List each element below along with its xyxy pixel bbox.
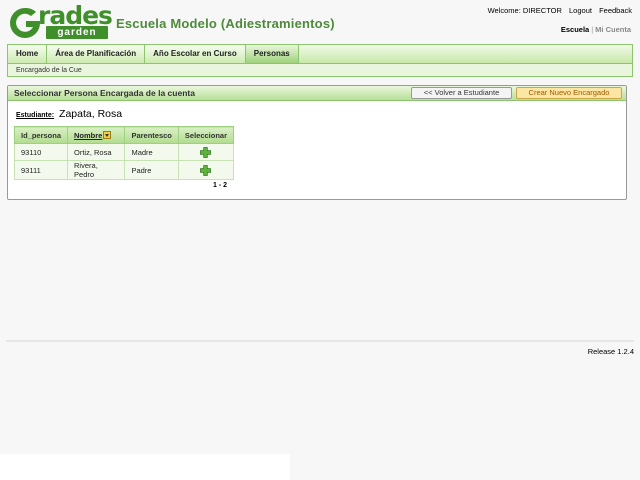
table-header-row: Id_persona Nombre Parentesco Seleccionar (13, 126, 235, 144)
panel-header: Seleccionar Persona Encargada de la cuen… (8, 86, 626, 101)
cell-id: 93111 (13, 160, 69, 180)
release-version: Release 1.2.4 (587, 347, 634, 356)
pager: 1 - 2 (213, 182, 228, 189)
student-name: Zapata, Rosa (59, 108, 123, 120)
school-link[interactable]: Escuela (561, 25, 589, 34)
select-guardian-panel: Seleccionar Persona Encargada de la cuen… (7, 85, 627, 200)
main-tabs: Home Área de Planificación Año Escolar e… (7, 44, 633, 63)
cell-name: Ortiz, Rosa (67, 143, 126, 161)
logout-link[interactable]: Logout (569, 6, 592, 15)
cell-id: 93110 (13, 143, 69, 161)
create-guardian-button[interactable]: Crear Nuevo Encargado (516, 87, 622, 99)
user-links: Welcome: DIRECTOR Logout Feedback (483, 6, 632, 15)
tab-personas[interactable]: Personas (245, 45, 299, 63)
grades-garden-logo: rades garden (8, 3, 113, 40)
table-row: 93110 Ortiz, Rosa Madre (13, 143, 235, 161)
account-link[interactable]: Mi Cuenta (595, 25, 631, 34)
tab-home[interactable]: Home (8, 45, 48, 63)
guardian-table: Id_persona Nombre Parentesco Seleccionar… (13, 126, 235, 180)
logo-subtext: garden (46, 26, 108, 39)
school-links: Escuela | Mi Cuenta (561, 25, 631, 34)
cell-relation: Madre (124, 143, 179, 161)
cell-select (177, 143, 235, 161)
subnav: Encargado de la Cue (7, 63, 633, 77)
sort-arrow-icon[interactable] (103, 130, 112, 139)
add-plus-icon[interactable] (200, 146, 212, 158)
col-id: Id_persona (13, 126, 69, 144)
logo-g-icon (10, 7, 40, 39)
student-info: Estudiante: Zapata, Rosa (16, 108, 122, 120)
back-to-student-button[interactable]: << Volver a Estudiante (411, 87, 512, 99)
feedback-link[interactable]: Feedback (599, 6, 632, 15)
subnav-item-encargado[interactable]: Encargado de la Cue (16, 67, 82, 74)
cell-select (177, 160, 235, 180)
sort-nombre-link[interactable]: Nombre (74, 131, 102, 140)
student-label: Estudiante: (16, 112, 55, 119)
welcome-text: Welcome: DIRECTOR (487, 6, 562, 15)
col-seleccionar: Seleccionar (177, 126, 235, 144)
cell-relation: Padre (124, 160, 179, 180)
school-name: Escuela Modelo (Adiestramientos) (116, 16, 335, 31)
blank-area (0, 454, 290, 480)
table-row: 93111 Rivera, Pedro Padre (13, 160, 235, 180)
col-nombre[interactable]: Nombre (67, 126, 126, 144)
link-separator: | (591, 25, 594, 34)
panel-title: Seleccionar Persona Encargada de la cuen… (14, 88, 195, 98)
tab-ano-escolar[interactable]: Año Escolar en Curso (145, 45, 246, 63)
col-parentesco: Parentesco (124, 126, 179, 144)
tab-planificacion[interactable]: Área de Planificación (47, 45, 146, 63)
footer-divider (6, 340, 634, 342)
cell-name: Rivera, Pedro (67, 160, 126, 180)
add-plus-icon[interactable] (200, 164, 212, 176)
